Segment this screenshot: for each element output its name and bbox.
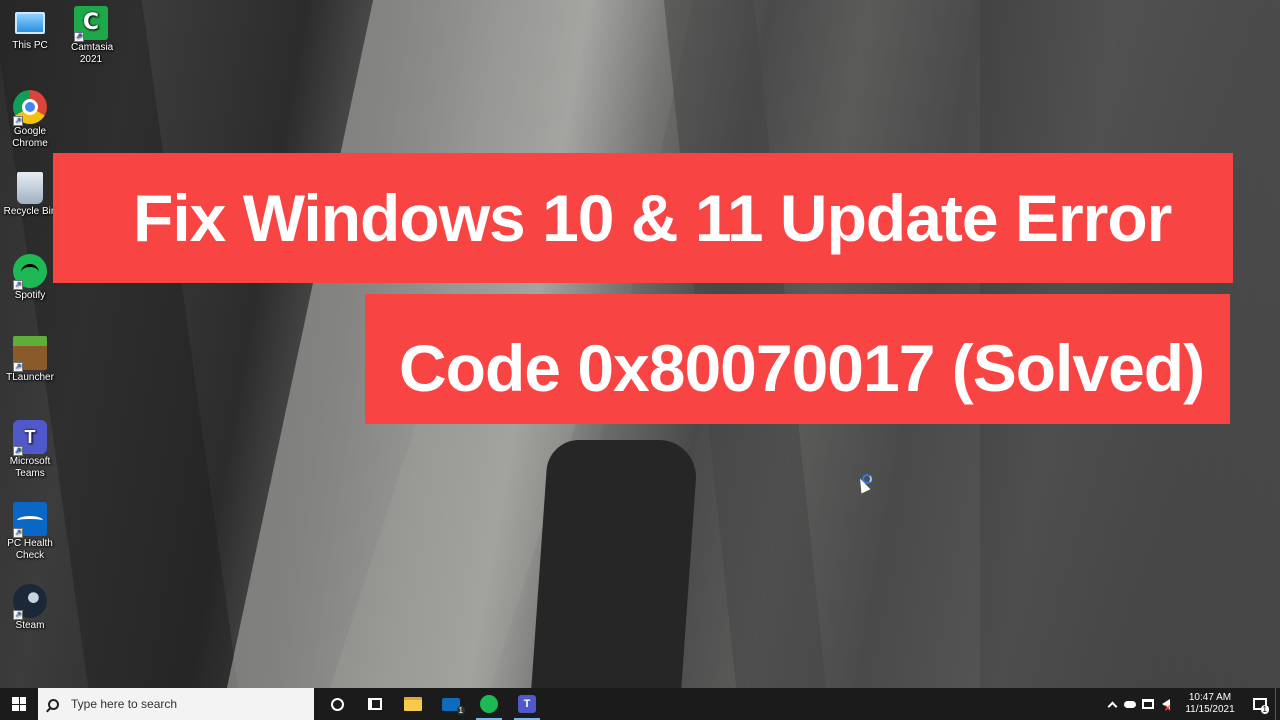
camtasia-icon: C ↗ [74, 6, 108, 42]
chevron-up-icon [1107, 701, 1117, 711]
desktop-icon-label: Camtasia 2021 [71, 42, 114, 65]
desktop-icon-label: Spotify [14, 290, 46, 301]
show-desktop-button[interactable] [1275, 688, 1280, 720]
notification-count: 1 [1260, 705, 1269, 714]
task-view-button[interactable] [356, 688, 394, 720]
desktop-icon-label: Recycle Bin [3, 206, 57, 217]
search-icon [48, 698, 59, 710]
taskbar-clock[interactable]: 10:47 AM 11/15/2021 [1175, 692, 1245, 716]
taskbar-spotify[interactable] [470, 688, 508, 720]
clock-time: 10:47 AM [1188, 692, 1232, 703]
desktop-icon-tlauncher[interactable]: ↗ TLauncher [0, 336, 60, 384]
desktop-icon-recycle-bin[interactable]: Recycle Bin [0, 172, 60, 218]
onedrive-tray[interactable] [1121, 688, 1139, 720]
desktop-icon-this-pc[interactable]: This PC [0, 6, 60, 52]
taskbar-teams[interactable]: T [508, 688, 546, 720]
clock-date: 11/15/2021 [1185, 704, 1235, 715]
spotify-icon: ↗ [13, 254, 47, 290]
show-hidden-icons-button[interactable] [1103, 688, 1121, 720]
mail-badge: 1 [456, 706, 465, 715]
desktop-icon-steam[interactable]: ↗ Steam [0, 584, 60, 632]
title-banner-line-2: Code 0x80070017 (Solved) [365, 294, 1230, 424]
spotify-icon [480, 695, 498, 713]
taskbar-mail[interactable]: 1 [432, 688, 470, 720]
tlauncher-icon: ↗ [13, 336, 47, 372]
desktop-icon-label: This PC [12, 40, 48, 51]
desktop-icon-label: Steam [15, 620, 45, 631]
search-placeholder: Type here to search [71, 697, 178, 711]
network-tray[interactable] [1139, 688, 1157, 720]
network-icon [1142, 699, 1154, 709]
desktop-icon-chrome[interactable]: ↗ Google Chrome [0, 90, 60, 150]
cloud-icon [1124, 700, 1136, 708]
desktop-icon-spotify[interactable]: ↗ Spotify [0, 254, 60, 302]
desktop-icon-camtasia[interactable]: C ↗ Camtasia 2021 [61, 6, 121, 66]
cortana-button[interactable] [318, 688, 356, 720]
system-tray: ✕ 10:47 AM 11/15/2021 1 [1103, 688, 1280, 720]
desktop-icon-label: Google Chrome [12, 126, 48, 149]
desktop-icon-teams[interactable]: T ↗ Microsoft Teams [0, 420, 60, 480]
title-banner-line-1: Fix Windows 10 & 11 Update Error [53, 153, 1233, 283]
windows-logo-icon [12, 697, 26, 711]
desktop-icon-label: PC Health Check [7, 538, 53, 561]
teams-icon: T [518, 695, 536, 713]
volume-tray[interactable]: ✕ [1157, 688, 1175, 720]
teams-icon: T ↗ [13, 420, 47, 456]
volume-muted-icon: ✕ [1162, 699, 1172, 713]
desktop-icon-pc-health-check[interactable]: ↗ PC Health Check [0, 502, 60, 562]
desktop-icon-label: Microsoft Teams [9, 456, 51, 479]
taskbar-file-explorer[interactable] [394, 688, 432, 720]
taskbar: Type here to search 1 T ✕ 10:47 AM 11/15… [0, 688, 1280, 720]
action-center-button[interactable]: 1 [1245, 688, 1275, 720]
file-explorer-icon [404, 697, 422, 711]
steam-icon: ↗ [13, 584, 47, 620]
taskbar-search-box[interactable]: Type here to search [38, 688, 314, 720]
cortana-icon [330, 697, 344, 711]
pc-health-check-icon: ↗ [13, 502, 47, 538]
recycle-bin-icon [17, 172, 43, 204]
computer-icon [15, 12, 45, 34]
task-view-icon [368, 698, 382, 710]
chrome-icon: ↗ [13, 90, 47, 126]
start-button[interactable] [0, 688, 38, 720]
desktop-icon-label: TLauncher [6, 372, 54, 383]
